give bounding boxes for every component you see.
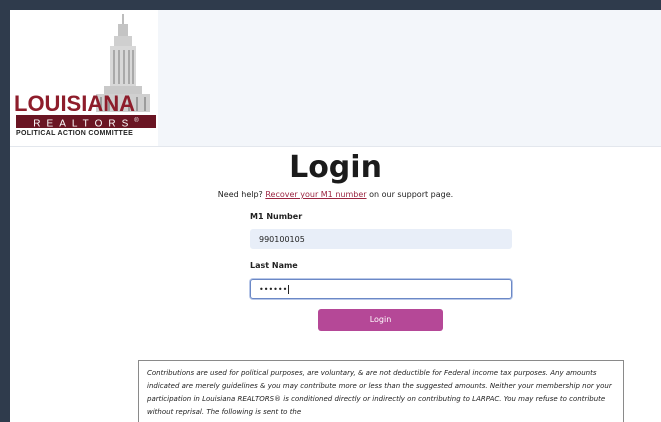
disclaimer-box: Contributions are used for political pur…: [138, 360, 624, 422]
help-text: Need help? Recover your M1 number on our…: [10, 190, 661, 199]
logo-state-name: LOUISIANA: [14, 91, 135, 116]
page: LOUISIANA REALTORS® POLITICAL ACTION COM…: [10, 10, 661, 422]
recover-m1-link[interactable]: Recover your M1 number: [265, 190, 366, 199]
login-button[interactable]: Login: [318, 309, 443, 331]
logo-org-name: REALTORS®: [33, 118, 139, 130]
page-title: Login: [289, 150, 382, 185]
last-name-label: Last Name: [250, 261, 298, 270]
last-name-input[interactable]: ••••••: [250, 279, 512, 299]
m1-number-input[interactable]: 990100105: [250, 229, 512, 249]
header: LOUISIANA REALTORS® POLITICAL ACTION COM…: [10, 10, 661, 147]
text-cursor: [288, 285, 290, 294]
last-name-value: ••••••: [259, 285, 288, 294]
logo-committee-name: POLITICAL ACTION COMMITTEE: [16, 130, 134, 137]
registered-mark: ®: [134, 118, 139, 124]
m1-number-label: M1 Number: [250, 212, 303, 221]
larpac-logo[interactable]: LOUISIANA REALTORS® POLITICAL ACTION COM…: [10, 10, 158, 146]
help-suffix: on our support page.: [369, 190, 454, 199]
help-prefix: Need help?: [217, 190, 263, 199]
